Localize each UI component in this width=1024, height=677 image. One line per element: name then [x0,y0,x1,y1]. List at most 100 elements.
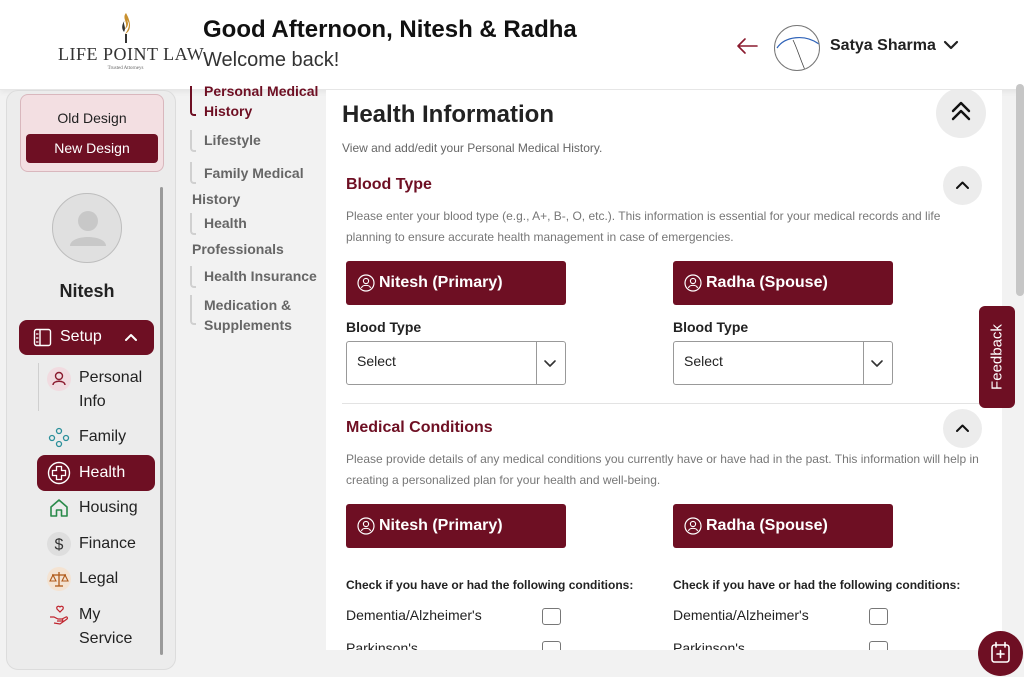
add-calendar-button[interactable] [978,631,1023,676]
chevron-down-icon [871,360,883,367]
blood-type-title: Blood Type [346,176,432,193]
medical-conditions-description: Please provide details of any medical co… [346,452,979,487]
app-header: LIFE POINT LAW Trusted Attorneys Good Af… [0,0,1024,90]
section-divider [342,403,982,404]
user-avatar[interactable] [774,25,820,71]
setup-book-icon [33,328,52,347]
subnav-health-professionals[interactable]: Health Professionals [192,210,288,262]
blood-type-description: Please enter your blood type (e.g., A+, … [346,209,941,244]
select-divider [863,342,864,384]
medical-conditions-title: Medical Conditions [346,419,493,436]
new-design-button[interactable]: New Design [26,134,158,163]
condition-checkbox[interactable] [869,641,888,650]
logo-tagline: Trusted Attorneys [107,66,144,71]
feedback-tab[interactable]: Feedback [979,306,1015,408]
sidebar-item-family[interactable]: Family [37,425,155,449]
sidebar-item-label: Housing [79,499,138,516]
greeting-title: Good Afternoon, Nitesh & Radha [203,16,577,43]
sidebar-item-health[interactable]: Health [37,455,155,491]
blood-type-toggle[interactable] [943,166,982,205]
spouse-person-label: Radha (Spouse) [706,517,828,534]
page-scrollbar[interactable] [1016,84,1024,296]
subnav-marker [190,86,196,116]
primary-person-badge: Nitesh (Primary) [346,261,566,305]
setup-menu-button[interactable]: Setup [19,320,154,355]
person-circle-icon [357,274,375,292]
condition-label: Parkinson's [673,640,745,650]
person-circle-icon [357,517,375,535]
design-switcher: Old Design New Design [20,94,164,172]
spouse-conditions-heading: Check if you have or had the following c… [673,578,961,592]
subnav-medication-supplements[interactable]: Medication & Supplements [204,295,304,335]
condition-label: Dementia/Alzheimer's [346,607,482,623]
subnav-marker [190,130,196,152]
condition-checkbox[interactable] [542,608,561,625]
service-hand-icon [47,603,71,627]
chevron-down-icon [544,360,556,367]
subnav-family-medical-history[interactable]: Family Medical History [192,160,312,212]
sidebar-item-legal[interactable]: Legal [37,567,155,591]
old-design-button[interactable]: Old Design [21,110,163,126]
subnav-health-insurance[interactable]: Health Insurance [204,263,324,289]
calendar-add-icon [991,641,1010,663]
profile-name: Nitesh [59,281,115,301]
sidebar-item-finance[interactable]: $ Finance [37,532,155,556]
spouse-blood-type-label: Blood Type [673,319,749,335]
sidebar-item-housing[interactable]: Housing [37,496,155,520]
collapse-all-button[interactable] [936,90,986,138]
select-value: Select [684,353,723,369]
double-chevron-up-icon [951,101,971,121]
page-subtitle: View and add/edit your Personal Medical … [342,141,603,155]
sidebar-item-personal-info[interactable]: Personal Info [37,366,155,414]
subnav-lifestyle[interactable]: Lifestyle [204,127,261,153]
svg-text:$: $ [55,537,64,554]
person-circle-icon [684,517,702,535]
medical-conditions-toggle[interactable] [943,409,982,448]
select-divider [536,342,537,384]
setup-label: Setup [60,328,102,345]
person-circle-icon [684,274,702,292]
condition-label: Parkinson's [346,640,418,650]
chevron-up-icon [956,424,969,432]
subnav-personal-medical-history[interactable]: Personal Medical History [204,81,320,121]
logo[interactable]: LIFE POINT LAW Trusted Attorneys [58,12,204,74]
condition-checkbox[interactable] [869,608,888,625]
profile-avatar [52,193,122,263]
page-title: Health Information [342,101,555,128]
spouse-person-badge: Radha (Spouse) [673,504,893,548]
back-arrow-icon[interactable] [735,36,759,56]
sidebar-item-label: Personal Info [79,369,143,410]
primary-person-label: Nitesh (Primary) [379,517,503,534]
primary-blood-type-select[interactable]: Select [346,341,566,385]
primary-person-label: Nitesh (Primary) [379,274,503,291]
dollar-icon: $ [47,532,71,556]
spouse-person-label: Radha (Spouse) [706,274,828,291]
select-value: Select [357,353,396,369]
sidebar-item-label: Finance [79,535,136,552]
sidebar-item-label: Legal [79,570,119,587]
health-plus-icon [47,461,71,485]
condition-checkbox[interactable] [542,641,561,650]
family-icon [47,425,71,449]
person-icon [47,367,71,391]
spouse-blood-type-select[interactable]: Select [673,341,893,385]
logo-mark-icon [121,13,130,43]
scales-icon [47,567,71,591]
health-subnav: Personal Medical History Lifestyle Famil… [190,82,320,342]
sidebar-item-label: My Service [79,606,133,647]
person-placeholder-icon [70,211,106,246]
user-name[interactable]: Satya Sharma [830,37,936,55]
condition-label: Dementia/Alzheimer's [673,607,809,623]
sidebar-item-my-service[interactable]: My Service [37,603,155,651]
subnav-marker [190,266,196,288]
sidebar-item-label: Health [79,464,126,481]
sidebar-item-label: Family [79,428,127,445]
primary-person-badge: Nitesh (Primary) [346,504,566,548]
chevron-up-icon [125,334,137,341]
spouse-person-badge: Radha (Spouse) [673,261,893,305]
welcome-text: Welcome back! [203,49,340,71]
chevron-down-icon[interactable] [942,38,960,52]
left-sidebar: Old Design New Design Nitesh Setup Perso… [6,90,176,670]
sidebar-scrollbar[interactable] [160,187,163,655]
primary-blood-type-label: Blood Type [346,319,422,335]
